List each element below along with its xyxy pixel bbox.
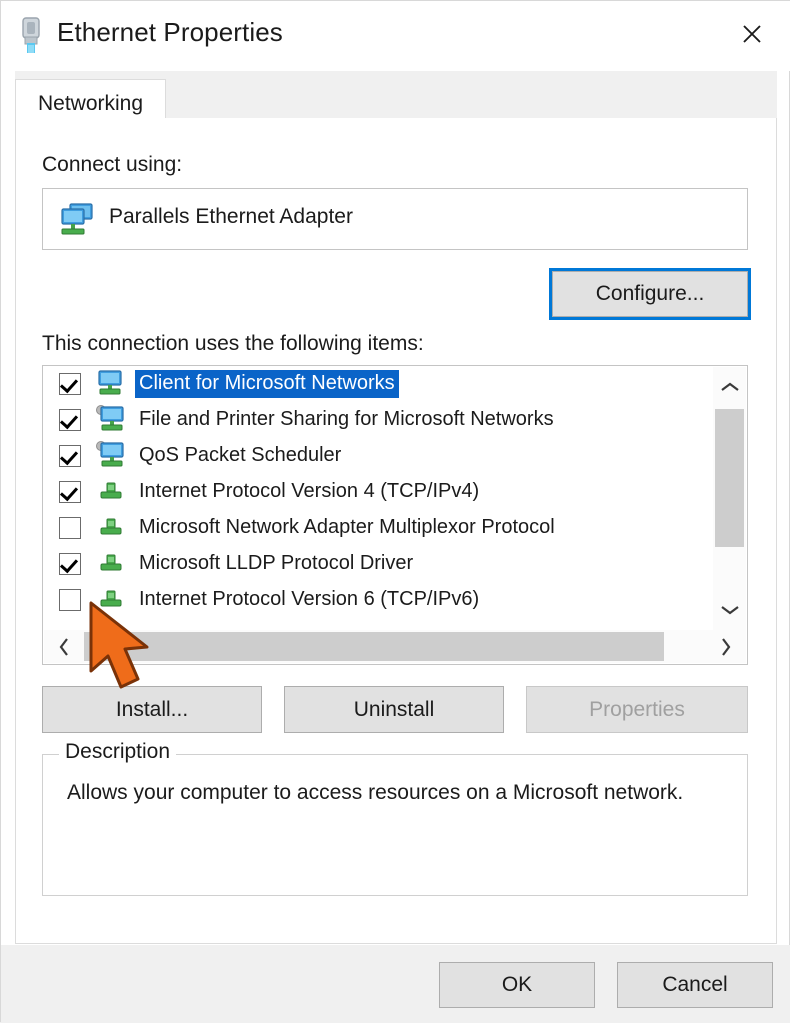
list-item[interactable]: Microsoft LLDP Protocol Driver bbox=[43, 546, 713, 582]
list-item-label: Client for Microsoft Networks bbox=[135, 370, 399, 398]
list-item-label: Internet Protocol Version 6 (TCP/IPv6) bbox=[139, 588, 480, 610]
vertical-scrollbar-thumb[interactable] bbox=[715, 409, 744, 547]
list-item-label: File and Printer Sharing for Microsoft N… bbox=[139, 408, 554, 430]
ok-button[interactable]: OK bbox=[439, 962, 595, 1008]
chevron-up-icon[interactable] bbox=[713, 367, 746, 407]
item-checkbox[interactable] bbox=[59, 373, 81, 395]
item-checkbox[interactable] bbox=[59, 553, 81, 575]
item-checkbox[interactable] bbox=[59, 409, 81, 431]
properties-button: Properties bbox=[526, 686, 748, 733]
list-item-label: Microsoft LLDP Protocol Driver bbox=[139, 552, 414, 574]
network-protocol-icon bbox=[95, 477, 127, 507]
chevron-left-icon[interactable] bbox=[44, 630, 84, 663]
close-button[interactable] bbox=[721, 7, 783, 61]
item-checkbox[interactable] bbox=[59, 517, 81, 539]
chevron-down-icon[interactable] bbox=[713, 590, 746, 630]
description-groupbox: Description Allows your computer to acce… bbox=[42, 740, 748, 896]
description-legend: Description bbox=[59, 740, 177, 764]
configure-button[interactable]: Configure... bbox=[549, 268, 751, 320]
adapter-name: Parallels Ethernet Adapter bbox=[109, 205, 353, 228]
network-service-icon bbox=[95, 405, 127, 435]
description-text: Allows your computer to access resources… bbox=[67, 781, 684, 804]
item-checkbox[interactable] bbox=[59, 445, 81, 467]
items-list-label: This connection uses the following items… bbox=[42, 332, 424, 355]
titlebar: Ethernet Properties bbox=[1, 1, 790, 71]
list-item[interactable]: Microsoft Network Adapter Multiplexor Pr… bbox=[43, 510, 713, 546]
uninstall-button[interactable]: Uninstall bbox=[284, 686, 504, 733]
chevron-right-icon[interactable] bbox=[706, 630, 746, 663]
horizontal-scrollbar-thumb[interactable] bbox=[84, 632, 664, 661]
ethernet-properties-dialog: Ethernet Properties Networking Connect u… bbox=[0, 0, 790, 1023]
list-item[interactable]: Internet Protocol Version 6 (TCP/IPv6) bbox=[43, 582, 713, 618]
network-protocol-icon bbox=[95, 549, 127, 579]
list-item[interactable]: QoS Packet Scheduler bbox=[43, 438, 713, 474]
dialog-footer: OK Cancel bbox=[1, 945, 790, 1023]
network-client-icon bbox=[95, 369, 127, 399]
item-checkbox[interactable] bbox=[59, 481, 81, 503]
network-items-listbox[interactable]: Client for Microsoft Networks File and P… bbox=[42, 365, 748, 665]
list-item[interactable]: Internet Protocol Version 4 (TCP/IPv4) bbox=[43, 474, 713, 510]
connect-using-label: Connect using: bbox=[42, 153, 183, 176]
install-button[interactable]: Install... bbox=[42, 686, 262, 733]
list-item-label: Microsoft Network Adapter Multiplexor Pr… bbox=[139, 516, 555, 538]
network-adapter-icon bbox=[57, 201, 97, 239]
tab-strip: Networking bbox=[15, 71, 777, 127]
list-item[interactable]: File and Printer Sharing for Microsoft N… bbox=[43, 402, 713, 438]
close-icon bbox=[743, 25, 761, 43]
ethernet-connector-icon bbox=[13, 14, 49, 56]
adapter-display-box: Parallels Ethernet Adapter bbox=[42, 188, 748, 250]
horizontal-scrollbar[interactable] bbox=[44, 630, 746, 663]
list-item-label: Internet Protocol Version 4 (TCP/IPv4) bbox=[139, 480, 480, 502]
window-title: Ethernet Properties bbox=[57, 17, 283, 47]
vertical-scrollbar[interactable] bbox=[713, 367, 746, 630]
network-service-icon bbox=[95, 441, 127, 471]
list-item-label: QoS Packet Scheduler bbox=[139, 444, 342, 466]
item-checkbox[interactable] bbox=[59, 589, 81, 611]
network-protocol-icon bbox=[95, 585, 127, 615]
networking-tab-panel: Connect using: Parallels Ethernet Adapte… bbox=[15, 118, 777, 944]
network-items-list: Client for Microsoft Networks File and P… bbox=[43, 366, 713, 630]
cancel-button[interactable]: Cancel bbox=[617, 962, 773, 1008]
network-protocol-icon bbox=[95, 513, 127, 543]
list-item[interactable]: Client for Microsoft Networks bbox=[43, 366, 713, 402]
